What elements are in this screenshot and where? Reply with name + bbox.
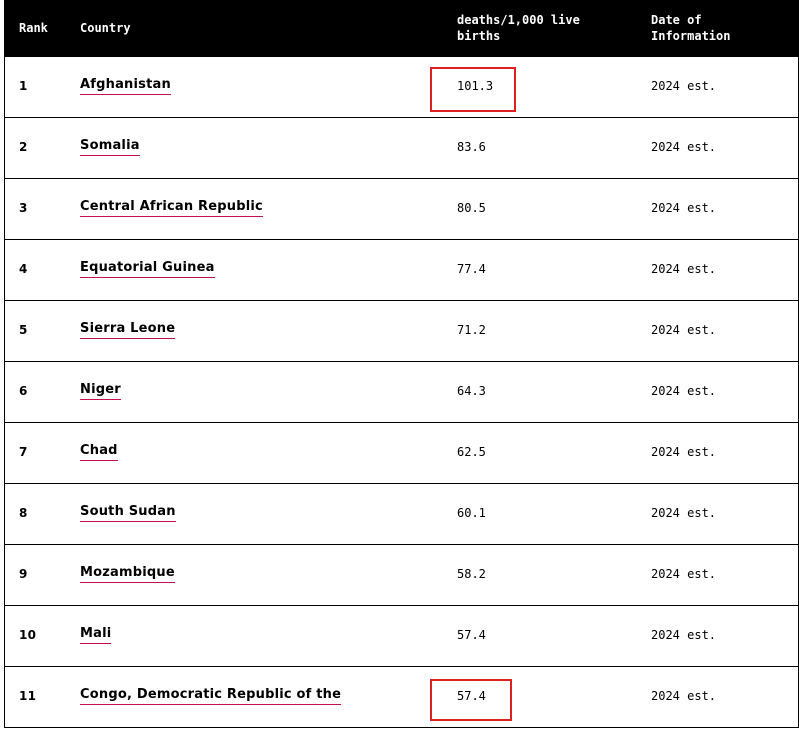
table-header: Rank Country deaths/1,000 live births Da… (5, 0, 798, 57)
rank-cell: 2 (19, 140, 28, 154)
date-cell: 2024 est. (651, 689, 717, 703)
deaths-value-cell: 57.4 (457, 689, 486, 703)
table-row: 4 Equatorial Guinea 77.4 2024 est. (5, 240, 798, 301)
country-link[interactable]: Equatorial Guinea (80, 260, 215, 278)
deaths-value-cell: 80.5 (457, 201, 486, 215)
rank-cell: 7 (19, 445, 28, 459)
table-row: 11 Congo, Democratic Republic of the 57.4 2… (5, 667, 798, 728)
table-row: 10 Mali 57.4 2024 est. (5, 606, 798, 667)
deaths-value-cell: 101.3 (457, 79, 494, 93)
date-cell: 2024 est. (651, 384, 717, 398)
date-cell: 2024 est. (651, 628, 717, 642)
table-row: 5 Sierra Leone 71.2 2024 est. (5, 301, 798, 362)
rank-cell: 8 (19, 506, 28, 520)
table-row: 8 South Sudan 60.1 2024 est. (5, 484, 798, 545)
table-row: 7 Chad 62.5 2024 est. (5, 423, 798, 484)
deaths-value-cell: 58.2 (457, 567, 486, 581)
table-body: 1 Afghanistan 101.3 2024 est. 2 Somalia 83.6 20… (5, 57, 798, 728)
header-deaths-per-1000[interactable]: deaths/1,000 live births (457, 12, 607, 44)
country-link[interactable]: Sierra Leone (80, 321, 176, 339)
rank-cell: 5 (19, 323, 28, 337)
country-link[interactable]: Mali (80, 626, 112, 644)
deaths-value-cell: 62.5 (457, 445, 486, 459)
rank-cell: 10 (19, 628, 37, 642)
rank-cell: 6 (19, 384, 28, 398)
rank-cell: 4 (19, 262, 28, 276)
rank-cell: 11 (19, 689, 37, 703)
date-cell: 2024 est. (651, 506, 717, 520)
country-link[interactable]: Chad (80, 443, 118, 461)
rank-cell: 9 (19, 567, 28, 581)
table-row: 2 Somalia 83.6 2024 est. (5, 118, 798, 179)
country-link[interactable]: Central African Republic (80, 199, 263, 217)
header-date-of-information[interactable]: Date of Information (651, 12, 751, 44)
country-link[interactable]: Mozambique (80, 565, 175, 583)
deaths-value-cell: 64.3 (457, 384, 486, 398)
date-cell: 2024 est. (651, 262, 717, 276)
country-link[interactable]: South Sudan (80, 504, 176, 522)
country-link[interactable]: Congo, Democratic Republic of the (80, 687, 342, 705)
deaths-value-cell: 83.6 (457, 140, 486, 154)
country-link[interactable]: Afghanistan (80, 77, 171, 95)
header-rank[interactable]: Rank (19, 20, 48, 36)
table-row: 1 Afghanistan 101.3 2024 est. (5, 57, 798, 118)
country-link[interactable]: Niger (80, 382, 121, 400)
deaths-value-cell: 60.1 (457, 506, 486, 520)
rank-cell: 3 (19, 201, 28, 215)
country-ranking-table: Rank Country deaths/1,000 live births Da… (4, 0, 799, 728)
deaths-value-cell: 71.2 (457, 323, 486, 337)
rank-cell: 1 (19, 79, 28, 93)
date-cell: 2024 est. (651, 79, 717, 93)
table-row: 3 Central African Republic 80.5 2024 est. (5, 179, 798, 240)
date-cell: 2024 est. (651, 201, 717, 215)
table-row: 6 Niger 64.3 2024 est. (5, 362, 798, 423)
country-link[interactable]: Somalia (80, 138, 140, 156)
date-cell: 2024 est. (651, 140, 717, 154)
date-cell: 2024 est. (651, 445, 717, 459)
table-row: 9 Mozambique 58.2 2024 est. (5, 545, 798, 606)
date-cell: 2024 est. (651, 567, 717, 581)
deaths-value-cell: 57.4 (457, 628, 486, 642)
date-cell: 2024 est. (651, 323, 717, 337)
header-country[interactable]: Country (80, 20, 131, 36)
deaths-value-cell: 77.4 (457, 262, 486, 276)
